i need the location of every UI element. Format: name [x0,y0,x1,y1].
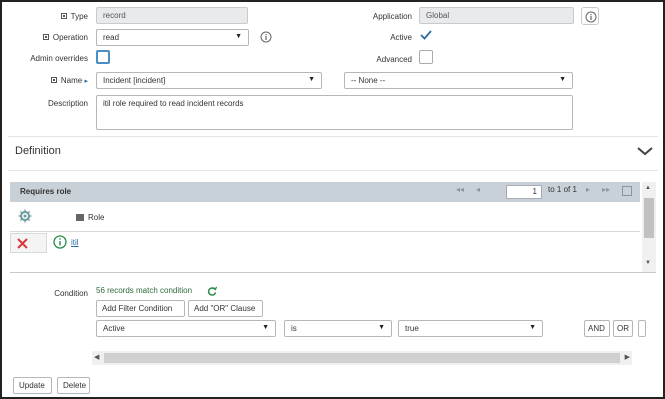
application-field: Global [419,7,574,24]
definition-section-title: Definition [15,145,61,157]
info-icon [585,11,597,23]
admin-overrides-label: Admin overrides [30,54,88,63]
section-divider [8,136,658,137]
name-field-select[interactable]: -- None -- ▼ [344,72,573,89]
scroll-up-icon[interactable]: ▲ [645,185,651,191]
last-page-icon[interactable]: ▸▸ [602,185,610,194]
reference-arrow-icon: ▸ [84,78,88,85]
delete-condition-button[interactable] [638,320,646,337]
delete-row-button[interactable] [10,233,47,253]
info-icon[interactable] [53,235,67,249]
application-info-button[interactable] [581,7,599,25]
description-label: Description [47,99,88,108]
requires-role-header: Requires role ◂◂ ◂ 1 to 1 of 1 ▸ ▸▸ [10,182,640,202]
prev-page-icon[interactable]: ◂ [476,185,480,194]
column-menu-icon[interactable] [76,214,84,221]
description-textarea[interactable]: itil role required to read incident reco… [96,95,573,130]
scroll-right-icon[interactable]: ▶ [625,353,630,361]
operation-info-button[interactable] [257,28,275,46]
page-range-text: to 1 of 1 [548,185,577,194]
dropdown-arrow-icon: ▼ [308,76,315,83]
operation-label: Operation [30,33,88,42]
mandatory-icon [60,12,67,19]
records-match-text[interactable]: 56 records match condition [96,286,192,295]
collapse-section-button[interactable] [636,145,654,157]
checkmark-icon [420,30,432,40]
list-vertical-scrollbar[interactable]: ▲ ▼ [642,182,656,272]
dropdown-arrow-icon: ▼ [262,324,269,331]
condition-value-select[interactable]: true ▼ [398,320,543,337]
list-column-header-row: Role [10,202,640,232]
name-label: Name ▸ [30,76,88,85]
scroll-thumb[interactable] [104,353,620,363]
mandatory-icon [50,76,57,83]
section-divider [8,170,658,171]
table-row: itil [10,233,640,253]
advanced-checkbox[interactable] [419,50,433,64]
advanced-label: Advanced [376,55,412,64]
delete-button[interactable]: Delete [57,377,90,394]
and-button[interactable]: AND [584,320,610,337]
list-options-icon[interactable] [622,186,632,196]
name-table-select[interactable]: Incident [incident] ▼ [96,72,322,89]
page-number-input[interactable]: 1 [506,185,542,199]
type-field: record [96,7,248,24]
operation-select[interactable]: read ▼ [96,29,249,46]
scroll-down-icon[interactable]: ▼ [645,260,651,266]
refresh-icon[interactable] [207,286,217,296]
scroll-thumb[interactable] [644,198,654,238]
next-page-icon[interactable]: ▸ [586,185,590,194]
role-link[interactable]: itil [71,238,79,247]
first-page-icon[interactable]: ◂◂ [456,185,464,194]
list-bottom-divider [10,272,656,273]
mandatory-icon [42,33,49,40]
chevron-down-icon [637,147,653,156]
active-checkbox[interactable] [419,28,433,42]
requires-role-title: Requires role [20,187,72,196]
dropdown-arrow-icon: ▼ [559,76,566,83]
gear-icon[interactable] [18,209,32,223]
application-label: Application [372,12,412,21]
active-label: Active [390,33,412,42]
dropdown-arrow-icon: ▼ [378,324,385,331]
condition-label: Condition [54,289,88,298]
or-button[interactable]: OR [613,320,633,337]
add-or-clause-button[interactable]: Add "OR" Clause [188,300,263,317]
dropdown-arrow-icon: ▼ [235,33,242,40]
condition-horizontal-scrollbar[interactable]: ◀ ▶ [92,351,632,365]
type-label: Type [40,12,88,21]
close-icon [17,238,28,249]
info-icon [260,31,272,43]
condition-field-select[interactable]: Active ▼ [96,320,276,337]
update-button[interactable]: Update [13,377,52,394]
admin-overrides-checkbox[interactable] [96,50,110,64]
scroll-left-icon[interactable]: ◀ [94,353,99,361]
role-column-header[interactable]: Role [88,213,104,222]
dropdown-arrow-icon: ▼ [529,324,536,331]
add-filter-condition-button[interactable]: Add Filter Condition [96,300,185,317]
condition-operator-select[interactable]: is ▼ [284,320,392,337]
